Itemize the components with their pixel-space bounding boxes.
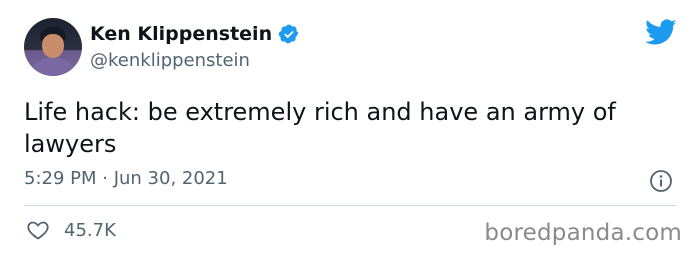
avatar[interactable]: [24, 18, 82, 76]
twitter-bird-icon[interactable]: [645, 19, 677, 46]
info-icon[interactable]: [649, 169, 673, 193]
heart-icon[interactable]: [26, 218, 50, 242]
author-display-name[interactable]: Ken Klippenstein: [90, 23, 272, 45]
author-handle[interactable]: @kenklippenstein: [90, 50, 250, 71]
tweet-timestamp[interactable]: 5:29 PM · Jun 30, 2021: [24, 168, 228, 189]
avatar-face: [42, 34, 64, 58]
like-count: 45.7K: [64, 219, 116, 241]
divider: [24, 205, 676, 206]
verified-badge-icon: [278, 24, 299, 44]
author-name-row: Ken Klippenstein: [90, 23, 300, 45]
like-action[interactable]: 45.7K: [26, 218, 116, 242]
avatar-shirt: [30, 58, 76, 76]
tweet-text: Life hack: be extremely rich and have an…: [24, 98, 616, 158]
watermark: boredpanda.com: [484, 220, 682, 246]
